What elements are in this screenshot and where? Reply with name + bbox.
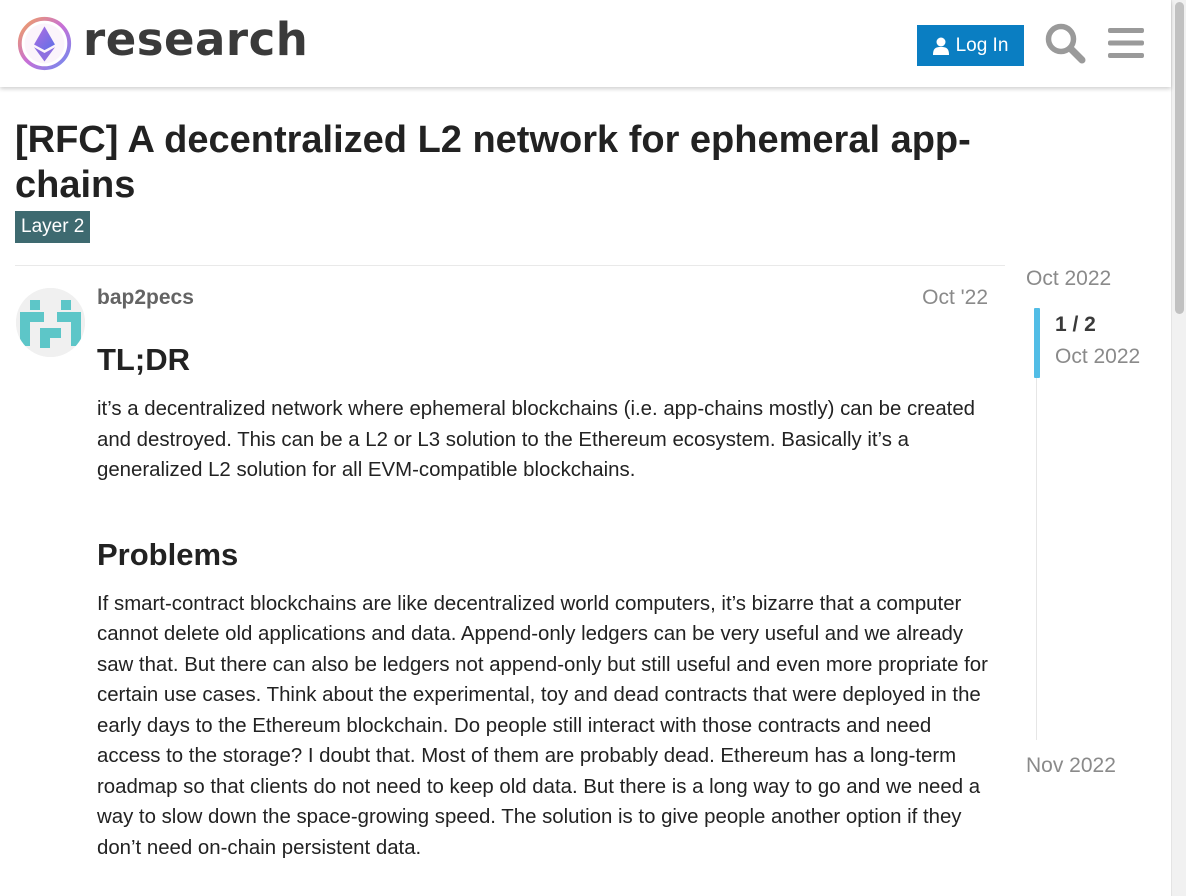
scrollbar-thumb[interactable] (1175, 2, 1184, 314)
post-date[interactable]: Oct '22 (900, 286, 988, 310)
login-label: Log In (955, 34, 1009, 56)
timeline-handle[interactable] (1034, 308, 1040, 378)
site-logo[interactable]: research (16, 15, 308, 72)
tldr-paragraph: it’s a decentralized network where ephem… (97, 398, 976, 481)
user-icon (932, 37, 949, 55)
site-header: research Log In (0, 0, 1171, 87)
heading-problems: Problems (97, 536, 239, 572)
logo-text: research (83, 13, 309, 66)
title-divider (15, 265, 1005, 266)
topic-title[interactable]: [RFC] A decentralized L2 network for eph… (15, 118, 1005, 208)
post-author[interactable]: bap2pecs (97, 286, 194, 310)
avatar[interactable] (16, 288, 85, 357)
timeline-end-date[interactable]: Nov 2022 (1026, 754, 1116, 778)
page-scrollbar[interactable] (1171, 0, 1186, 896)
category-badge[interactable]: Layer 2 (15, 211, 91, 243)
problems-paragraph: If smart-contract blockchains are like d… (97, 592, 988, 859)
ethereum-logo-icon (17, 16, 72, 71)
avatar-pattern (16, 288, 85, 357)
timeline-current-date: Oct 2022 (1055, 345, 1141, 368)
login-button[interactable]: Log In (917, 25, 1024, 66)
search-icon[interactable] (1044, 22, 1086, 64)
post-body: TL;DR it’s a decentralized network where… (97, 340, 992, 863)
timeline-position: 1 / 2 (1055, 313, 1096, 336)
timeline-start-date[interactable]: Oct 2022 (1026, 267, 1111, 291)
heading-tldr: TL;DR (97, 342, 190, 377)
hamburger-menu-icon[interactable] (1106, 26, 1146, 60)
